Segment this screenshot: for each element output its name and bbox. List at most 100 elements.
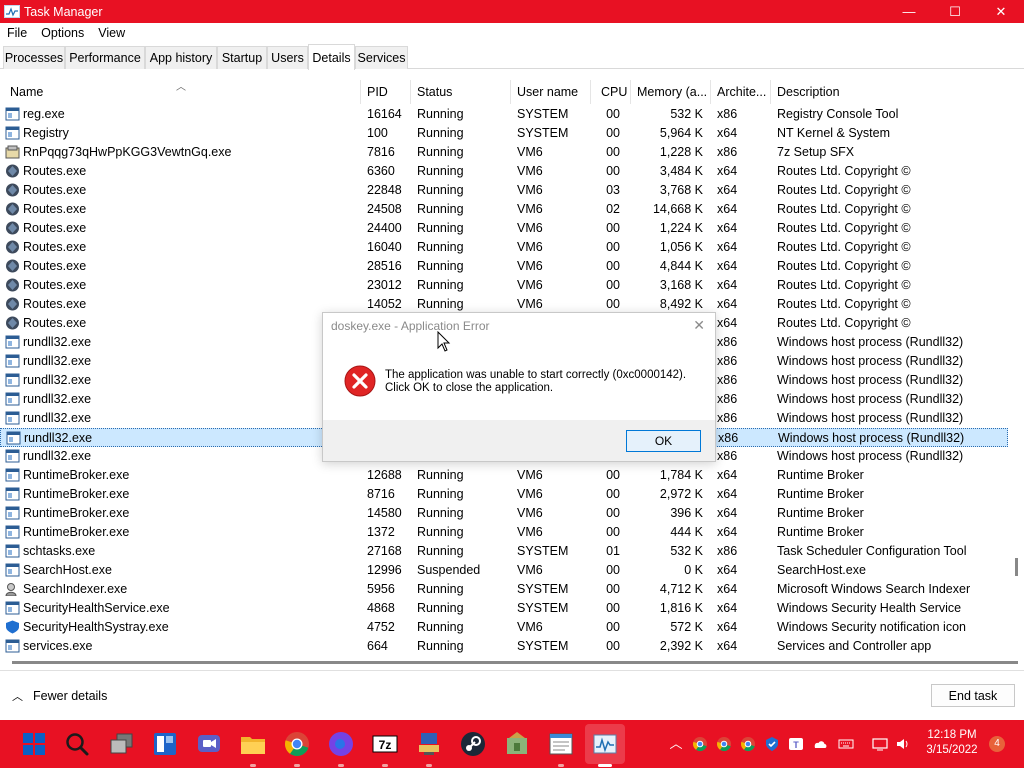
dialog-close-button[interactable]: ✕ — [693, 317, 705, 334]
minimize-button[interactable]: — — [886, 0, 932, 23]
maximize-button[interactable]: ☐ — [932, 0, 978, 23]
pid-cell: 12688 — [367, 468, 402, 482]
table-row[interactable]: RuntimeBroker.exe 8716 Running VM6 00 2,972 K… — [0, 485, 1008, 504]
network-app-icon[interactable] — [415, 730, 443, 758]
cpu-cell: 00 — [606, 563, 620, 577]
running-indicator — [294, 764, 300, 767]
table-row[interactable]: RnPqqg73qHwPpKGG3VewtnGq.exe 7816 Running V… — [0, 143, 1008, 162]
cpu-cell: 00 — [606, 107, 620, 121]
window-icon — [5, 126, 20, 140]
table-row[interactable]: RuntimeBroker.exe 1372 Running VM6 00 444 K x6… — [0, 523, 1008, 542]
column-header-description[interactable]: Description — [771, 80, 1011, 104]
volume-icon[interactable] — [895, 736, 911, 752]
task-manager-icon — [4, 5, 20, 18]
column-header-user[interactable]: User name — [511, 80, 591, 104]
tool-icon[interactable] — [503, 730, 531, 758]
chrome-tray-icon[interactable] — [740, 736, 756, 752]
table-row[interactable]: schtasks.exe 27168 Running SYSTEM 01 532 K x86… — [0, 542, 1008, 561]
notepad-icon[interactable] — [547, 730, 575, 758]
table-row[interactable]: SecurityHealthService.exe 4868 Running SYST… — [0, 599, 1008, 618]
onedrive-icon[interactable] — [812, 736, 828, 752]
column-header-architecture[interactable]: Archite... — [711, 80, 771, 104]
chrome-tray-icon[interactable] — [716, 736, 732, 752]
status-cell: Running — [417, 126, 464, 140]
name-cell: RuntimeBroker.exe — [23, 487, 130, 501]
vertical-scrollbar[interactable] — [1015, 558, 1018, 576]
table-row[interactable]: services.exe 664 Running SYSTEM 00 2,392 K x64… — [0, 637, 1008, 656]
name-cell: RuntimeBroker.exe — [23, 468, 130, 482]
tab-processes[interactable]: Processes — [3, 46, 65, 69]
name-cell: RuntimeBroker.exe — [23, 506, 130, 520]
table-row[interactable]: Routes.exe 24508 Running VM6 02 14,668 K x64 Ro… — [0, 200, 1008, 219]
name-cell: reg.exe — [23, 107, 65, 121]
widgets-icon[interactable] — [151, 730, 179, 758]
teams-tray-icon[interactable]: T — [788, 736, 804, 752]
task-manager-icon[interactable] — [591, 730, 619, 758]
name-cell: Registry — [23, 126, 69, 140]
file-explorer-icon[interactable] — [239, 730, 267, 758]
teams-chat-icon[interactable] — [195, 730, 223, 758]
tab-details[interactable]: Details — [308, 44, 355, 70]
user-cell: SYSTEM — [517, 601, 569, 615]
table-row[interactable]: RuntimeBroker.exe 14580 Running VM6 00 396 K x… — [0, 504, 1008, 523]
table-row[interactable]: Routes.exe 28516 Running VM6 00 4,844 K x64 Rou… — [0, 257, 1008, 276]
column-header-memory[interactable]: Memory (a... — [631, 80, 711, 104]
table-row[interactable]: SearchIndexer.exe 5956 Running SYSTEM 00 4,71… — [0, 580, 1008, 599]
tab-startup[interactable]: Startup — [217, 46, 267, 69]
user-cell: VM6 — [517, 487, 543, 501]
user-cell: VM6 — [517, 202, 543, 216]
start-icon[interactable] — [20, 730, 48, 758]
status-cell: Running — [417, 506, 464, 520]
tab-services[interactable]: Services — [355, 46, 408, 69]
close-button[interactable]: ✕ — [978, 0, 1024, 23]
keyboard-icon[interactable] — [838, 736, 854, 752]
chevron-up-icon[interactable]: ︿ — [668, 736, 684, 752]
table-row[interactable]: SecurityHealthSystray.exe 4752 Running VM6 0… — [0, 618, 1008, 637]
table-row[interactable]: Routes.exe 24400 Running VM6 00 1,224 K x64 Rou… — [0, 219, 1008, 238]
chrome-icon[interactable] — [283, 730, 311, 758]
firefox-icon[interactable] — [327, 730, 355, 758]
application-error-dialog: doskey.exe - Application Error ✕ The app… — [322, 312, 716, 462]
column-header-pid[interactable]: PID — [361, 80, 411, 104]
notification-badge[interactable]: 4 — [989, 736, 1005, 752]
table-row[interactable]: Registry 100 Running SYSTEM 00 5,964 K x64 NT K… — [0, 124, 1008, 143]
user-cell: VM6 — [517, 525, 543, 539]
column-header-status[interactable]: Status — [411, 80, 511, 104]
tab-app-history[interactable]: App history — [145, 46, 217, 69]
security-icon[interactable] — [764, 736, 780, 752]
end-task-button[interactable]: End task — [931, 684, 1015, 707]
task-view-icon[interactable] — [108, 730, 136, 758]
tab-performance[interactable]: Performance — [65, 46, 145, 69]
table-row[interactable]: RuntimeBroker.exe 12688 Running VM6 00 1,784 … — [0, 466, 1008, 485]
status-cell: Running — [417, 183, 464, 197]
user-cell: SYSTEM — [517, 639, 569, 653]
tab-users[interactable]: Users — [267, 46, 308, 69]
description-cell: Windows host process (Rundll32) — [777, 373, 964, 387]
cpu-cell: 00 — [606, 620, 620, 634]
menu-options[interactable]: Options — [34, 26, 91, 40]
table-row[interactable]: Routes.exe 23012 Running VM6 00 3,168 K x64 Rou… — [0, 276, 1008, 295]
window-icon — [6, 431, 21, 445]
menu-file[interactable]: File — [0, 26, 34, 40]
description-cell: Task Scheduler Configuration Tool — [777, 544, 967, 558]
ok-button[interactable]: OK — [626, 430, 701, 452]
steam-icon[interactable] — [459, 730, 487, 758]
table-row[interactable]: reg.exe 16164 Running SYSTEM 00 532 K x86 Regis… — [0, 105, 1008, 124]
description-cell: Runtime Broker — [777, 525, 864, 539]
column-header-cpu[interactable]: CPU — [591, 80, 631, 104]
fewer-details-toggle[interactable]: ︿ Fewer details — [12, 688, 107, 704]
chrome-tray-icon[interactable] — [692, 736, 708, 752]
7zip-icon[interactable]: 7z — [371, 730, 399, 758]
system-clock[interactable]: 12:18 PM 3/15/2022 — [920, 728, 984, 758]
table-row[interactable]: SearchHost.exe 12996 Suspended VM6 00 0 K x64 S… — [0, 561, 1008, 580]
memory-cell: 2,972 K — [659, 487, 703, 501]
table-row[interactable]: Routes.exe 6360 Running VM6 00 3,484 K x64 Rout… — [0, 162, 1008, 181]
pid-cell: 7816 — [367, 145, 395, 159]
display-icon[interactable] — [872, 736, 888, 752]
search-icon[interactable] — [63, 730, 91, 758]
table-row[interactable]: Routes.exe 16040 Running VM6 00 1,056 K x64 Rou… — [0, 238, 1008, 257]
horizontal-scrollbar-thumb[interactable] — [12, 661, 1018, 664]
menu-view[interactable]: View — [91, 26, 132, 40]
table-row[interactable]: Routes.exe 22848 Running VM6 03 3,768 K x64 Rou… — [0, 181, 1008, 200]
running-indicator — [382, 764, 388, 767]
